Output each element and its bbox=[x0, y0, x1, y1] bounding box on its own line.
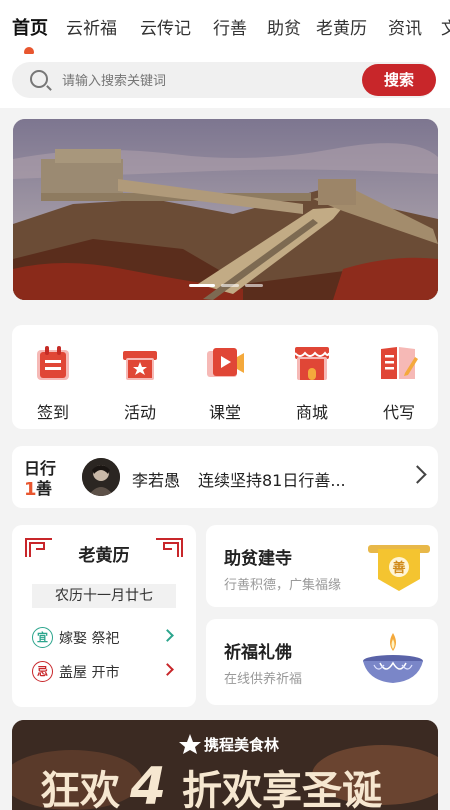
logo-text-top: 日行 bbox=[24, 459, 56, 478]
good-deeds-row[interactable]: 日行 1 善 李若愚 连续坚持81日行善... bbox=[12, 446, 438, 508]
logo-text-bottom: 善 bbox=[36, 479, 52, 498]
category-tabs: 首页 云祈福 云传记 行善 助贫 老黄历 资讯 文 bbox=[0, 14, 450, 48]
menu-label: 商城 bbox=[295, 403, 328, 422]
logo-number: 1 bbox=[24, 479, 37, 498]
lotus-lamp-icon bbox=[363, 633, 423, 683]
write-book-icon bbox=[381, 347, 418, 379]
quick-menu: 签到 活动 课堂 商城 代写 bbox=[12, 325, 438, 429]
menu-shop[interactable]: 商城 bbox=[277, 343, 347, 423]
shop-icon bbox=[294, 347, 330, 380]
carousel-dot[interactable] bbox=[188, 284, 215, 287]
tab-more[interactable]: 文 bbox=[441, 14, 450, 39]
almanac-card[interactable]: 老黄历 农历十一月廿七 宜 嫁娶 祭祀 忌 盖屋 开市 bbox=[12, 525, 196, 707]
tab-home[interactable]: 首页 bbox=[12, 14, 48, 40]
avatar bbox=[82, 458, 120, 496]
menu-label: 签到 bbox=[36, 403, 69, 422]
tab-almanac[interactable]: 老黄历 bbox=[316, 14, 367, 39]
menu-activity[interactable]: 活动 bbox=[105, 343, 175, 423]
menu-classroom[interactable]: 课堂 bbox=[190, 343, 260, 423]
menu-label: 代写 bbox=[382, 403, 415, 422]
tab-charity[interactable]: 行善 bbox=[213, 14, 247, 39]
poverty-subtitle: 行善积德，广集福缘 bbox=[224, 578, 342, 593]
active-tab-indicator bbox=[24, 47, 34, 54]
gift-box-icon bbox=[123, 351, 157, 380]
carousel-dot[interactable] bbox=[244, 284, 263, 287]
carousel-dot[interactable] bbox=[220, 284, 239, 287]
search-input[interactable] bbox=[60, 62, 364, 100]
tab-news[interactable]: 资讯 bbox=[388, 14, 422, 39]
almanac-ji-row[interactable]: 忌 盖屋 开市 bbox=[32, 660, 182, 682]
almanac-title: 老黄历 bbox=[78, 546, 130, 566]
almanac-yi-row[interactable]: 宜 嫁娶 祭祀 bbox=[32, 626, 182, 648]
ji-text: 盖屋 开市 bbox=[59, 665, 120, 681]
good-deeds-text: 连续坚持81日行善... bbox=[198, 471, 346, 490]
promo-banner[interactable]: 携程美食林 狂欢 4 折欢享圣诞 bbox=[12, 720, 438, 810]
promo-headline-number: 4 bbox=[129, 757, 166, 810]
chevron-right-icon bbox=[408, 465, 427, 484]
promo-headline-end: 折欢享圣诞 bbox=[182, 768, 382, 810]
prayer-title: 祈福礼佛 bbox=[224, 643, 292, 663]
poverty-title: 助贫建寺 bbox=[224, 549, 292, 569]
lunar-date: 农历十一月廿七 bbox=[32, 584, 176, 608]
tab-cloud-biography[interactable]: 云传记 bbox=[140, 14, 191, 39]
banner-carousel[interactable] bbox=[13, 119, 438, 300]
search-button[interactable]: 搜索 bbox=[362, 64, 436, 96]
prayer-subtitle: 在线供养祈福 bbox=[224, 672, 303, 687]
poverty-temple-card[interactable]: 助贫建寺 行善积德，广集福缘 善 bbox=[206, 525, 438, 607]
menu-label: 活动 bbox=[123, 403, 156, 422]
video-play-icon bbox=[207, 348, 244, 377]
daily-good-logo: 日行 1 善 bbox=[24, 459, 56, 498]
user-name: 李若愚 bbox=[132, 471, 181, 490]
menu-sign-in[interactable]: 签到 bbox=[18, 343, 88, 423]
ji-badge: 忌 bbox=[32, 661, 53, 682]
promo-headline-start: 狂欢 bbox=[40, 768, 120, 810]
top-header: 首页 云祈福 云传记 行善 助贫 老黄历 资讯 文 搜索 bbox=[0, 0, 450, 108]
calendar-icon bbox=[37, 346, 69, 380]
promo-image: 携程美食林 狂欢 4 折欢享圣诞 bbox=[12, 720, 438, 810]
yi-badge: 宜 bbox=[32, 627, 53, 648]
chevron-right-icon bbox=[161, 663, 174, 676]
carousel-indicator bbox=[13, 272, 438, 291]
search-bar: 搜索 bbox=[12, 62, 436, 100]
menu-label: 课堂 bbox=[208, 403, 241, 422]
tab-poverty-aid[interactable]: 助贫 bbox=[267, 14, 301, 39]
prayer-buddha-card[interactable]: 祈福礼佛 在线供养祈福 bbox=[206, 619, 438, 705]
tab-cloud-blessing[interactable]: 云祈福 bbox=[66, 14, 117, 39]
good-deed-banner-icon: 善 bbox=[368, 545, 430, 591]
search-icon bbox=[30, 70, 48, 88]
menu-ghostwrite[interactable]: 代写 bbox=[364, 343, 434, 423]
promo-brand: 携程美食林 bbox=[204, 736, 280, 754]
chevron-right-icon bbox=[161, 629, 174, 642]
yi-text: 嫁娶 祭祀 bbox=[59, 631, 120, 647]
banner-badge-text: 善 bbox=[392, 560, 405, 576]
